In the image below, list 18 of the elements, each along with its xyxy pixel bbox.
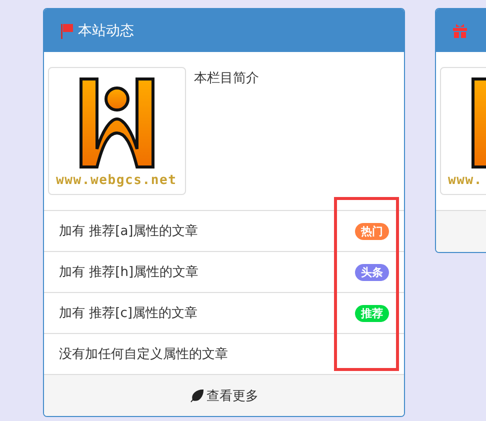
tag-badge: 热门 [355, 222, 389, 240]
article-title[interactable]: 加有 推荐[c]属性的文章 [59, 304, 198, 322]
gift-icon [452, 22, 468, 38]
tag-badge: 推荐 [355, 304, 389, 322]
article-title[interactable]: 没有加任何自定义属性的文章 [59, 345, 228, 363]
article-row[interactable]: 加有 推荐[c]属性的文章 推荐 [44, 293, 404, 334]
logo-text: www. [448, 172, 483, 188]
article-row[interactable]: 加有 推荐[a]属性的文章 热门 [44, 211, 404, 252]
flag-icon [60, 22, 74, 38]
intro-text: 本栏目简介 [194, 70, 259, 88]
leaf-icon [190, 388, 204, 402]
panel-title: 本站动态 [78, 22, 134, 40]
view-more-button[interactable]: 查看更多 [44, 375, 404, 416]
tag-badge: 头条 [355, 264, 389, 280]
article-title[interactable]: 加有 推荐[h]属性的文章 [59, 263, 199, 281]
logo-text: www.webgcs.net [56, 172, 177, 188]
article-row[interactable]: 加有 推荐[h]属性的文章 头条 [44, 252, 404, 293]
article-title[interactable]: 加有 推荐[a]属性的文章 [59, 222, 198, 240]
